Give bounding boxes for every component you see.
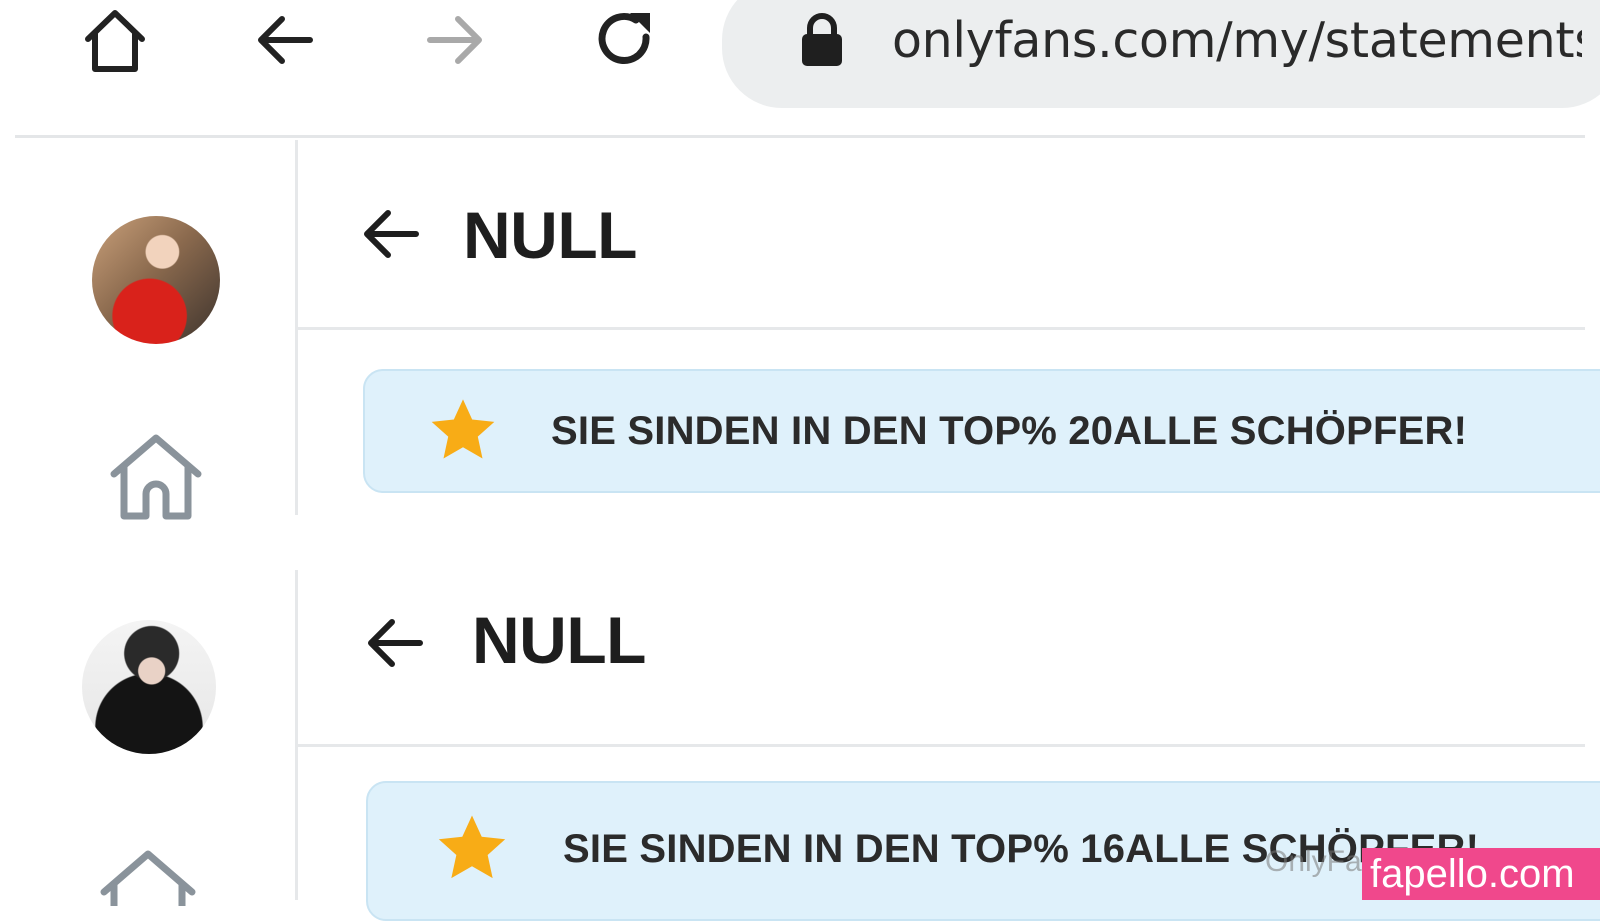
lock-icon [800,10,844,75]
header-divider [298,327,1585,330]
home-icon [110,434,202,520]
sidebar-home-button[interactable] [106,432,206,525]
sidebar-home-button[interactable] [96,846,200,911]
back-button[interactable] [360,203,422,270]
avatar[interactable] [92,216,220,344]
browser-back-button[interactable] [240,0,330,80]
home-icon [85,10,145,72]
url-text[interactable]: onlyfans.com/my/statements [892,8,1582,74]
top-creator-banner: SIE SINDEN IN DEN TOP% 20ALLE SCHÖPFER! [363,369,1600,493]
arrow-right-icon [427,16,482,64]
arrow-left-icon [368,619,423,667]
browser-reload-button[interactable] [580,0,670,80]
star-icon [431,399,495,459]
page-title: NULL [463,198,637,272]
home-icon [100,850,196,910]
site-badge: fapello.com [1362,848,1600,900]
browser-forward-button[interactable] [410,0,500,80]
arrow-left-icon [364,210,419,258]
avatar[interactable] [82,620,216,754]
sidebar-divider [295,570,298,900]
reload-icon [598,13,650,64]
page-title: NULL [472,603,646,677]
toolbar-divider [15,135,1585,138]
banner-text: SIE SINDEN IN DEN TOP% 20ALLE SCHÖPFER! [551,409,1468,453]
browser-home-button[interactable] [70,0,160,80]
arrow-left-icon [258,16,313,64]
star-icon [438,815,506,879]
back-button[interactable] [364,612,426,679]
header-divider [298,744,1585,747]
